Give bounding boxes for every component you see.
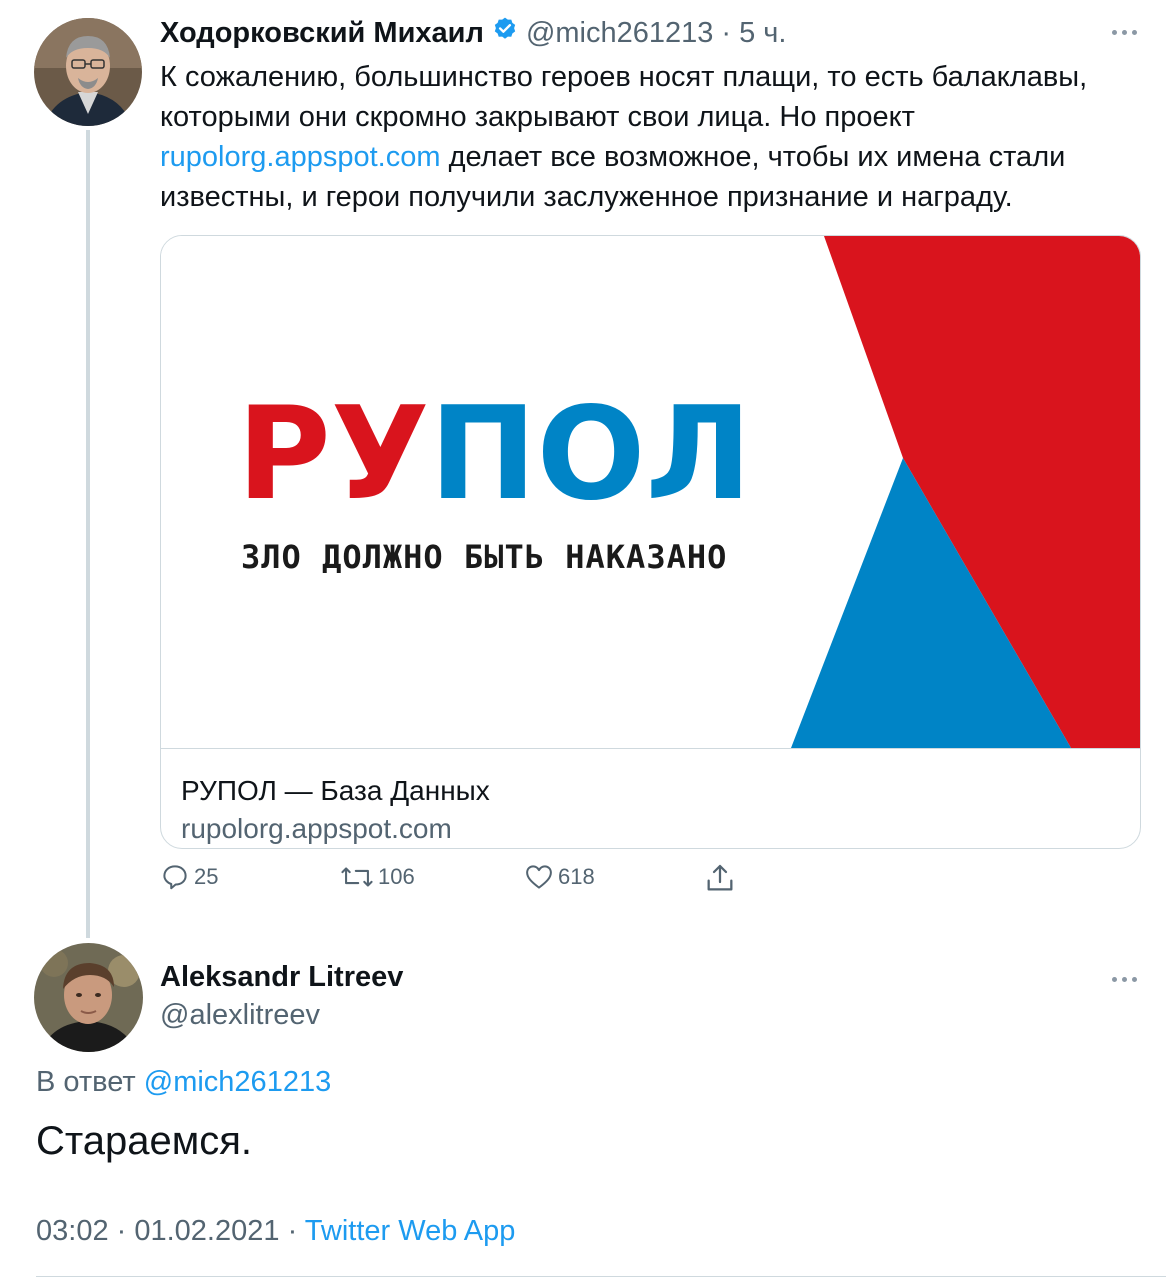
more-options-icon[interactable]: [1112, 30, 1137, 35]
tweet-text: К сожалению, большинство героев носят пл…: [160, 57, 1150, 217]
verified-badge-icon: [492, 16, 518, 50]
tweet-source[interactable]: Twitter Web App: [305, 1215, 516, 1247]
logo-part-ru: РУ: [237, 380, 430, 529]
thread-line: [86, 130, 90, 938]
card-title: РУПОЛ — База Данных: [181, 775, 490, 806]
main-tweet-text: Стараемся.: [36, 1119, 253, 1163]
heart-icon: [524, 862, 554, 892]
meta-separator: ·: [116, 1215, 135, 1247]
avatar-alexlitreev[interactable]: [34, 943, 143, 1052]
tweet-timestamp[interactable]: 03:02: [36, 1215, 109, 1247]
retweet-button[interactable]: 106: [340, 862, 415, 892]
tweet-text-part1: К сожалению, большинство героев носят пл…: [160, 61, 1088, 133]
card-slogan: ЗЛО ДОЛЖНО БЫТЬ НАКАЗАНО: [241, 538, 727, 576]
card-footer: РУПОЛ — База Данных rupolorg.appspot.com: [161, 748, 1140, 848]
reply-icon: [160, 862, 190, 892]
avatar-mich261213[interactable]: [34, 18, 142, 126]
reply-button[interactable]: 25: [160, 862, 218, 892]
tweet-meta: 03:02 · 01.02.2021 · Twitter Web App: [36, 1215, 515, 1248]
main-author-name[interactable]: Aleksandr Litreev: [160, 961, 403, 994]
main-author-handle[interactable]: @alexlitreev: [160, 999, 320, 1032]
retweet-count: 106: [378, 864, 415, 889]
main-more-options-icon[interactable]: [1112, 977, 1137, 982]
retweet-icon: [340, 862, 374, 892]
like-count: 618: [558, 864, 595, 889]
divider: [36, 1276, 1166, 1277]
tweet-date[interactable]: 01.02.2021: [134, 1215, 279, 1247]
reply-count: 25: [194, 864, 219, 889]
reply-to-label: В ответ: [36, 1066, 136, 1098]
logo-part-pol: ПОЛ: [430, 380, 752, 529]
author-name-label: Ходорковский Михаил: [160, 16, 484, 49]
tweet-link[interactable]: rupolorg.appspot.com: [160, 141, 441, 173]
share-button[interactable]: [704, 862, 736, 894]
tweet-time[interactable]: 5 ч.: [739, 17, 786, 50]
author-handle[interactable]: @mich261213: [526, 17, 713, 50]
reply-to-line: В ответ @mich261213: [36, 1066, 331, 1099]
card-image: РУПОЛ ЗЛО ДОЛЖНО БЫТЬ НАКАЗАНО: [161, 236, 1140, 748]
card-domain: rupolorg.appspot.com: [181, 813, 452, 844]
author-name[interactable]: Ходорковский Михаил @mich261213 · 5 ч.: [160, 16, 786, 50]
reply-to-handle[interactable]: @mich261213: [144, 1066, 331, 1098]
dot-separator: ·: [721, 16, 732, 49]
like-button[interactable]: 618: [524, 862, 595, 892]
rupol-logo-text: РУПОЛ: [237, 380, 752, 529]
share-icon: [704, 862, 736, 894]
link-card[interactable]: РУПОЛ ЗЛО ДОЛЖНО БЫТЬ НАКАЗАНО РУПОЛ — Б…: [160, 235, 1141, 849]
meta-separator: ·: [287, 1215, 305, 1247]
